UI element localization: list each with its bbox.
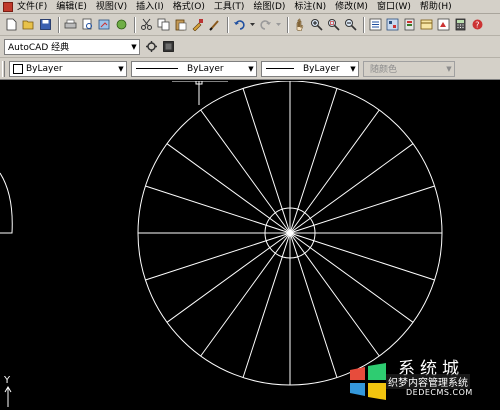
- menu-view[interactable]: 视图(V): [96, 0, 127, 14]
- design-center-icon[interactable]: [385, 17, 400, 32]
- lineweight-select[interactable]: ByLayer ▼: [261, 60, 359, 77]
- help-icon[interactable]: ?: [470, 17, 485, 32]
- match-properties-icon[interactable]: [190, 17, 205, 32]
- redo-icon[interactable]: [258, 17, 273, 32]
- menu-insert[interactable]: 插入(I): [136, 0, 164, 14]
- windows-logo-icon: [350, 363, 386, 400]
- lineweight-preview: [266, 68, 294, 69]
- radial-line: [242, 232, 291, 378]
- workspace-settings-icon[interactable]: [144, 39, 159, 54]
- undo-icon[interactable]: [232, 17, 247, 32]
- menu-tools[interactable]: 工具(T): [214, 0, 245, 14]
- toolbar-grip[interactable]: [2, 60, 5, 77]
- sheet-set-icon[interactable]: [419, 17, 434, 32]
- toolbar-separator: [227, 16, 229, 33]
- 3d-plot-icon[interactable]: [114, 17, 129, 32]
- circle-wheel: [137, 81, 443, 386]
- menu-help[interactable]: 帮助(H): [420, 0, 452, 14]
- cursor-crosshair: [172, 81, 228, 105]
- print-icon[interactable]: [63, 17, 78, 32]
- undo-dropdown-icon[interactable]: [249, 17, 256, 32]
- menu-modify[interactable]: 修改(M): [335, 0, 368, 14]
- toolbar-separator: [134, 16, 136, 33]
- chevron-down-icon: ▼: [446, 64, 452, 73]
- menu-draw[interactable]: 绘图(D): [253, 0, 285, 14]
- radial-line: [289, 232, 338, 378]
- color-swatch: [13, 63, 23, 74]
- open-icon[interactable]: [21, 17, 36, 32]
- chevron-down-icon: ▼: [248, 64, 254, 73]
- save-icon[interactable]: [38, 17, 53, 32]
- radial-line: [145, 185, 291, 234]
- toolbar-separator: [287, 16, 289, 33]
- radial-line: [145, 232, 291, 281]
- menu-file[interactable]: 文件(F): [17, 0, 47, 14]
- properties-icon[interactable]: [368, 17, 383, 32]
- partial-arc: [0, 172, 13, 234]
- zoom-realtime-icon[interactable]: [309, 17, 324, 32]
- copy-icon[interactable]: [156, 17, 171, 32]
- radial-line: [289, 232, 414, 323]
- cut-icon[interactable]: [139, 17, 154, 32]
- calculator-icon[interactable]: [453, 17, 468, 32]
- standard-toolbar: ?: [0, 14, 500, 36]
- autocad-app-icon[interactable]: [3, 1, 13, 12]
- plotstyle-select[interactable]: 随颜色 ▼: [363, 60, 455, 77]
- radial-line: [289, 88, 338, 234]
- watermark: 系统城 织梦内容管理系统 DEDECMS.COM: [346, 352, 496, 404]
- preview-icon[interactable]: [80, 17, 95, 32]
- chevron-down-icon: ▼: [131, 42, 137, 51]
- tool-palettes-icon[interactable]: [402, 17, 417, 32]
- watermark-url: DEDECMS.COM: [406, 388, 473, 397]
- menu-window[interactable]: 窗口(W): [377, 0, 411, 14]
- paste-icon[interactable]: [173, 17, 188, 32]
- zoom-window-icon[interactable]: [326, 17, 341, 32]
- workspace-select[interactable]: AutoCAD 经典 ▼: [4, 38, 140, 55]
- watermark-subtitle: 织梦内容管理系统: [386, 374, 470, 389]
- linetype-select-value: ByLayer: [187, 63, 224, 74]
- menu-format[interactable]: 格式(O): [173, 0, 205, 14]
- toolbar-separator: [58, 16, 60, 33]
- radial-line: [289, 109, 380, 234]
- toolbar-separator: [363, 16, 365, 33]
- radial-line: [289, 232, 435, 281]
- linetype-select[interactable]: ByLayer ▼: [131, 60, 257, 77]
- radial-line: [289, 232, 380, 357]
- radial-line: [166, 143, 291, 234]
- radial-line: [289, 185, 435, 234]
- radial-line: [200, 232, 291, 357]
- workspace-select-value: AutoCAD 经典: [8, 43, 70, 53]
- save-workspace-icon[interactable]: [161, 39, 176, 54]
- linetype-preview: [136, 68, 178, 69]
- markup-icon[interactable]: [436, 17, 451, 32]
- svg-text:?: ?: [475, 21, 479, 30]
- radial-line: [289, 143, 414, 234]
- radial-line: [242, 88, 291, 234]
- radial-line: [200, 109, 291, 234]
- chevron-down-icon: ▼: [118, 64, 124, 73]
- color-select-value: ByLayer: [26, 63, 63, 74]
- lineweight-select-value: ByLayer: [303, 63, 340, 74]
- new-icon[interactable]: [4, 17, 19, 32]
- plotstyle-select-value: 随颜色: [370, 65, 398, 75]
- chevron-down-icon: ▼: [350, 64, 356, 73]
- properties-toolbar: ByLayer ▼ ByLayer ▼ ByLayer ▼ 随颜色 ▼: [0, 58, 500, 80]
- menu-bar: 文件(F) 编辑(E) 视图(V) 插入(I) 格式(O) 工具(T) 绘图(D…: [0, 0, 500, 14]
- ucs-icon: Y: [3, 375, 12, 407]
- workspace-toolbar: AutoCAD 经典 ▼: [0, 36, 500, 58]
- brush-icon[interactable]: [207, 17, 222, 32]
- pan-icon[interactable]: [292, 17, 307, 32]
- publish-icon[interactable]: [97, 17, 112, 32]
- redo-dropdown-icon[interactable]: [275, 17, 282, 32]
- zoom-previous-icon[interactable]: [343, 17, 358, 32]
- radial-line: [166, 232, 291, 323]
- ucs-y-label: Y: [3, 375, 11, 386]
- menu-dimension[interactable]: 标注(N): [294, 0, 326, 14]
- menu-edit[interactable]: 编辑(E): [56, 0, 87, 14]
- color-select[interactable]: ByLayer ▼: [9, 60, 127, 77]
